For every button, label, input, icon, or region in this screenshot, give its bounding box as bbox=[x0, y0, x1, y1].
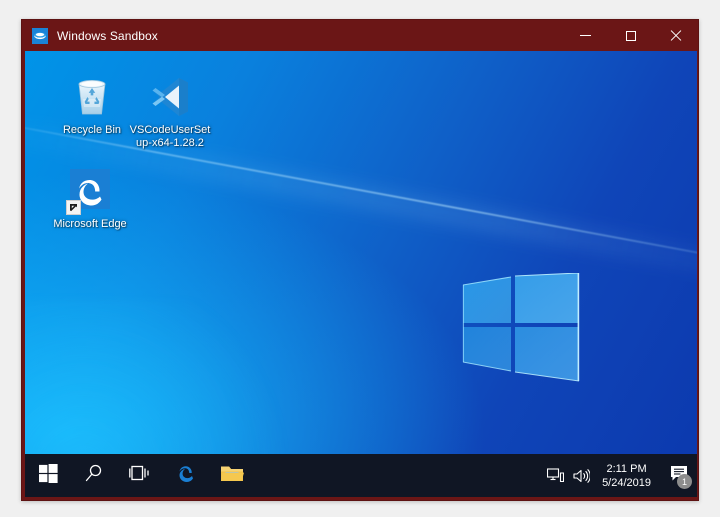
microsoft-edge-icon bbox=[174, 461, 198, 490]
task-view-button[interactable] bbox=[117, 454, 163, 497]
notification-badge: 1 bbox=[677, 474, 692, 489]
maximize-button[interactable] bbox=[608, 20, 653, 51]
titlebar[interactable]: Windows Sandbox bbox=[22, 20, 698, 51]
close-button[interactable] bbox=[653, 20, 698, 51]
search-button[interactable] bbox=[71, 454, 117, 497]
clock-time: 2:11 PM bbox=[606, 462, 647, 475]
wallpaper-glow bbox=[25, 300, 335, 466]
task-view-icon bbox=[129, 464, 151, 487]
desktop-icon-label: Recycle Bin bbox=[62, 124, 122, 136]
screen: Windows Sandbox Recycle Bin VSCodeUserSe… bbox=[0, 0, 720, 517]
action-center-button[interactable]: 1 bbox=[661, 454, 697, 497]
volume-icon[interactable] bbox=[568, 454, 594, 497]
recycle-bin-icon bbox=[68, 73, 116, 121]
start-button[interactable] bbox=[25, 454, 71, 497]
shortcut-overlay-icon bbox=[66, 200, 81, 215]
windows-sandbox-window: Windows Sandbox Recycle Bin VSCodeUserSe… bbox=[21, 19, 699, 501]
windows-hero-logo bbox=[457, 273, 585, 393]
close-icon bbox=[670, 30, 681, 41]
desktop-icon-vscode-installer[interactable]: VSCodeUserSetup-x64-1.28.2 bbox=[127, 73, 213, 150]
sandbox-desktop[interactable]: Recycle Bin VSCodeUserSetup-x64-1.28.2 M… bbox=[25, 51, 697, 466]
clock[interactable]: 2:11 PM 5/24/2019 bbox=[594, 462, 661, 490]
edge-taskbar-button[interactable] bbox=[163, 454, 209, 497]
desktop-icon-microsoft-edge[interactable]: Microsoft Edge bbox=[47, 167, 133, 231]
vscode-installer-icon bbox=[146, 73, 194, 121]
sandbox-icon bbox=[32, 27, 48, 44]
system-tray: 2:11 PM 5/24/2019 1 bbox=[542, 454, 697, 497]
windows-logo-icon bbox=[38, 463, 58, 488]
desktop-icon-recycle-bin[interactable]: Recycle Bin bbox=[49, 73, 135, 137]
microsoft-edge-icon bbox=[66, 167, 114, 215]
folder-icon bbox=[220, 463, 244, 489]
search-icon bbox=[84, 463, 104, 488]
clock-date: 5/24/2019 bbox=[602, 476, 651, 489]
maximize-icon bbox=[625, 30, 636, 41]
network-icon[interactable] bbox=[542, 454, 568, 497]
desktop-icon-label: VSCodeUserSetup-x64-1.28.2 bbox=[129, 124, 211, 149]
file-explorer-button[interactable] bbox=[209, 454, 255, 497]
window-controls bbox=[563, 20, 698, 51]
window-title: Windows Sandbox bbox=[57, 28, 158, 43]
desktop-icon-label: Microsoft Edge bbox=[53, 218, 127, 230]
minimize-button[interactable] bbox=[563, 20, 608, 51]
minimize-icon bbox=[580, 35, 591, 36]
taskbar: 2:11 PM 5/24/2019 1 bbox=[25, 454, 697, 497]
